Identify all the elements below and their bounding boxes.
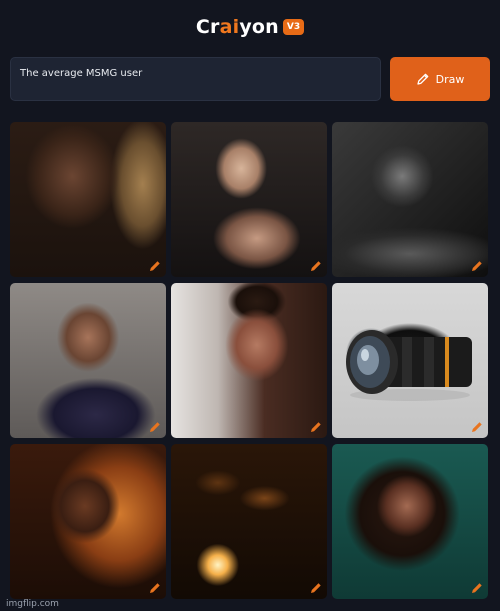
pencil-icon[interactable] (148, 420, 162, 434)
camera-lens-graphic (346, 330, 472, 401)
app-header: Craiyon V3 (0, 10, 500, 44)
pencil-icon[interactable] (148, 259, 162, 273)
generated-image-7[interactable] (10, 444, 166, 599)
pencil-icon[interactable] (309, 420, 323, 434)
generated-image-3[interactable] (332, 122, 488, 277)
pencil-icon[interactable] (309, 581, 323, 595)
pencil-icon[interactable] (470, 259, 484, 273)
draw-button-label: Draw (435, 72, 465, 86)
version-badge: V3 (282, 19, 305, 35)
image-grid (10, 122, 492, 599)
pencil-icon[interactable] (309, 259, 323, 273)
app-logo: Craiyon (195, 16, 279, 38)
generated-image-8[interactable] (171, 444, 327, 599)
generated-image-6[interactable] (332, 283, 488, 438)
watermark: imgflip.com (6, 599, 59, 609)
prompt-text[interactable]: The average MSMG user (20, 68, 142, 79)
pencil-icon[interactable] (148, 581, 162, 595)
generated-image-1[interactable] (10, 122, 166, 277)
pencil-icon[interactable] (470, 581, 484, 595)
generated-image-4[interactable] (10, 283, 166, 438)
generated-image-5[interactable] (171, 283, 327, 438)
pencil-icon (416, 73, 428, 85)
prompt-input[interactable]: The average MSMG user (10, 57, 381, 101)
generated-image-9[interactable] (332, 444, 488, 599)
draw-button[interactable]: Draw (390, 57, 490, 101)
pencil-icon[interactable] (470, 420, 484, 434)
generated-image-2[interactable] (171, 122, 327, 277)
